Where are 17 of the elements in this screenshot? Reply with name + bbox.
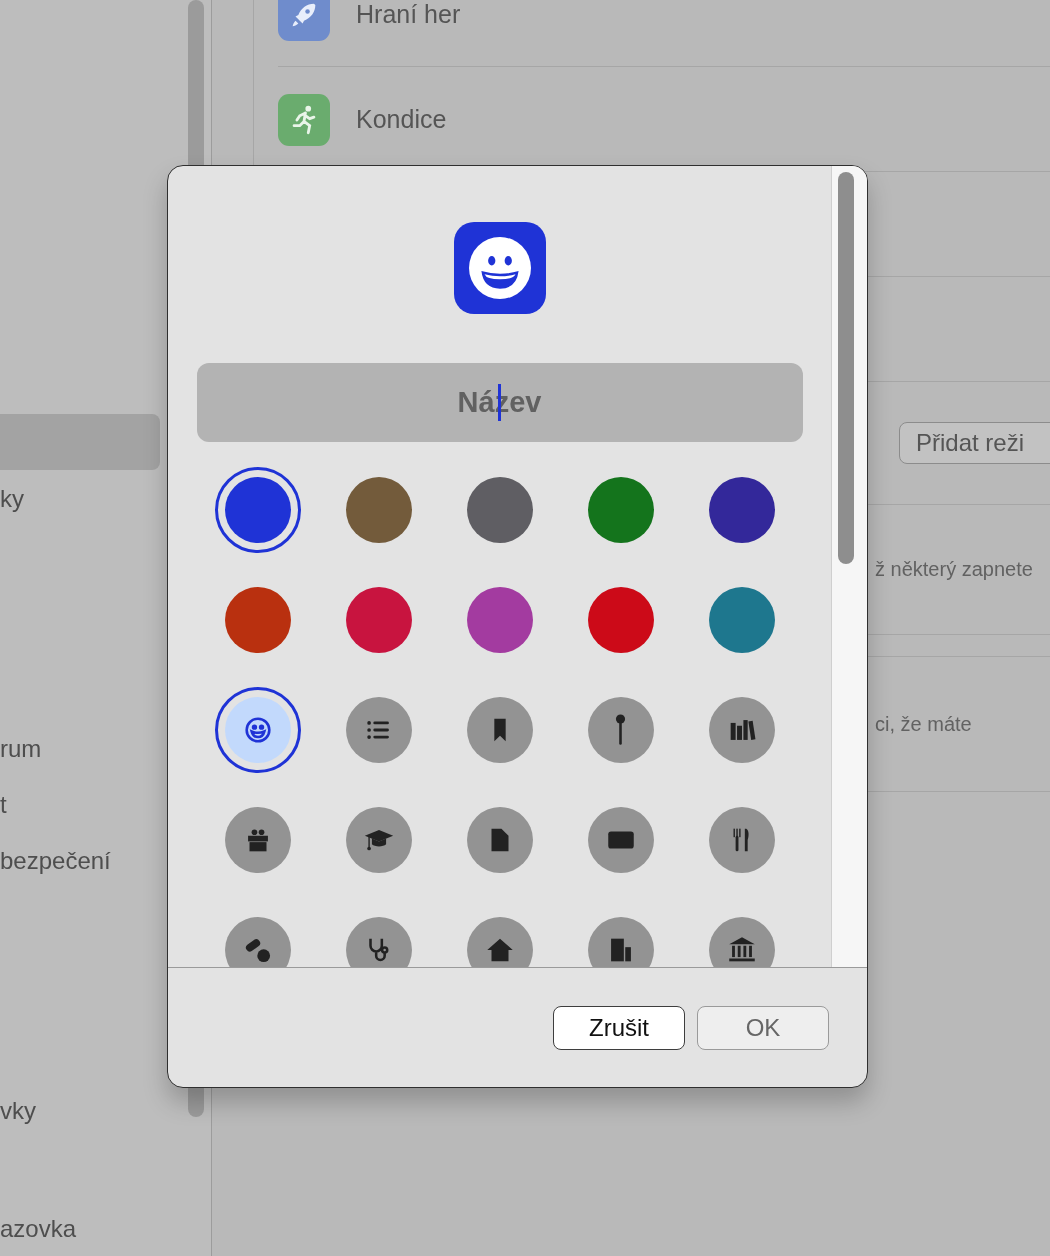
- add-mode-button[interactable]: Přidat reži: [899, 422, 1050, 464]
- sidebar-item[interactable]: ky: [0, 471, 160, 527]
- focus-mode-label[interactable]: Kondice: [356, 104, 447, 134]
- sidebar-item[interactable]: vky: [0, 1083, 160, 1139]
- sidebar-item[interactable]: rum: [0, 721, 160, 777]
- cancel-button[interactable]: Zrušit: [553, 1006, 685, 1050]
- description-text: ž některý zapnete: [875, 558, 1033, 581]
- scrollbar-thumb[interactable]: [838, 172, 854, 564]
- sidebar-item[interactable]: t: [0, 777, 160, 833]
- smiley-icon: [453, 222, 546, 314]
- color-swatch[interactable]: [214, 467, 301, 553]
- pin-icon: [615, 713, 626, 747]
- sidebar-item[interactable]: bezpečení: [0, 833, 160, 889]
- sidebar-item[interactable]: azovka: [0, 1201, 160, 1256]
- symbol-option[interactable]: [214, 687, 301, 773]
- focus-mode-label[interactable]: Hraní her: [356, 0, 461, 29]
- description-text: ci, že máte: [875, 712, 972, 736]
